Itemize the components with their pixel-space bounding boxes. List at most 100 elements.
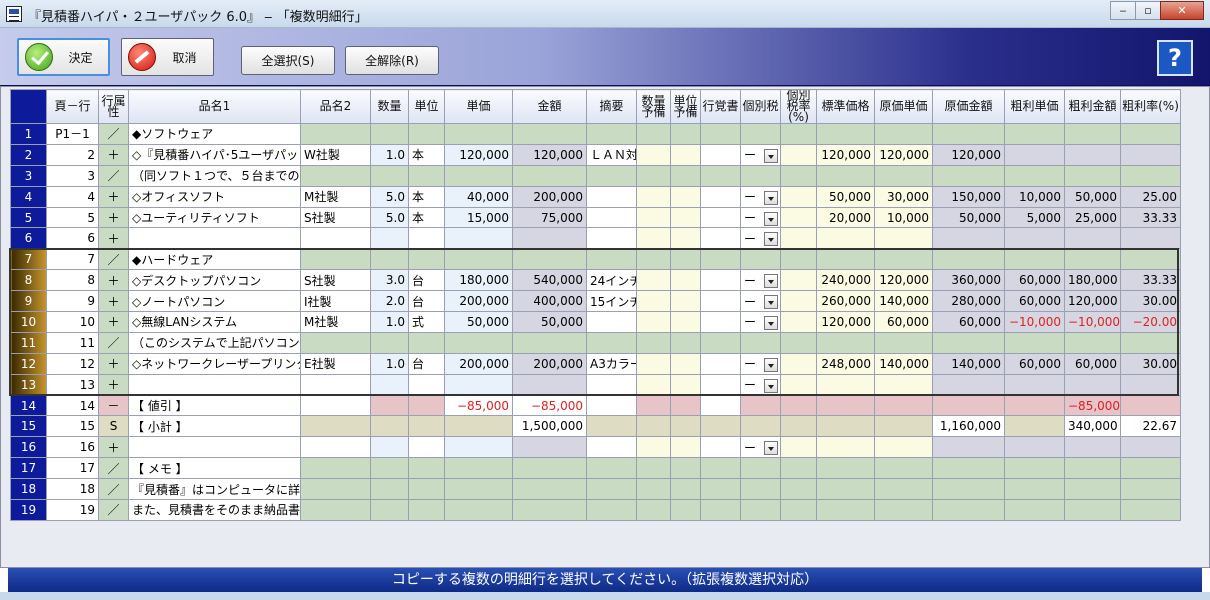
cell-name1[interactable]: ◇デスクトップパソコン <box>128 269 301 292</box>
cell-spare1[interactable] <box>636 269 671 292</box>
cell-name2[interactable] <box>300 227 371 250</box>
dropdown-arrow-icon[interactable] <box>764 357 779 372</box>
row-number[interactable]: 16 <box>10 436 47 459</box>
cell-qty[interactable]: 3.0 <box>370 269 409 292</box>
cell-spare2[interactable] <box>670 373 701 396</box>
cell-taxrate[interactable] <box>780 311 817 333</box>
cell-amount[interactable] <box>512 457 587 480</box>
cell-note[interactable] <box>700 415 741 438</box>
cell-name1[interactable]: また、見積書をそのまま納品書や <box>128 499 301 521</box>
cell-cost[interactable]: 60,000 <box>874 311 933 333</box>
cell-memo[interactable] <box>586 478 637 501</box>
cell-taxrate[interactable] <box>780 499 817 521</box>
cell-tax[interactable]: ー <box>740 436 781 459</box>
cell-qty[interactable] <box>370 331 409 354</box>
table-row[interactable]: 10 10 ＋ ◇無線LANシステム M社製 1.0 式 50,000 50,000 ー 120,0… <box>10 311 1181 333</box>
cell-qty[interactable]: 1.0 <box>370 352 409 375</box>
cell-taxrate[interactable] <box>780 478 817 501</box>
cell-note[interactable] <box>700 164 741 187</box>
cell-note[interactable] <box>700 248 741 271</box>
cell-spare2[interactable] <box>670 269 701 292</box>
cell-amount[interactable] <box>512 436 587 459</box>
cell-line[interactable]: 9 <box>46 290 99 313</box>
cell-price[interactable] <box>444 164 513 187</box>
cell-spare1[interactable] <box>636 373 671 396</box>
cell-spare1[interactable] <box>636 123 671 145</box>
cell-note[interactable] <box>700 457 741 480</box>
cell-attr[interactable]: ／ <box>98 478 129 501</box>
cell-note[interactable] <box>700 331 741 354</box>
dropdown-arrow-icon[interactable] <box>764 378 779 393</box>
cell-tax[interactable]: ー <box>740 373 781 396</box>
cell-memo[interactable]: ＬＡＮ対応 <box>586 143 637 166</box>
cell-name1[interactable]: ◇『見積番ハイパ･5ユーザパッ <box>128 143 301 166</box>
cell-unit[interactable] <box>408 227 445 250</box>
cell-spare1[interactable] <box>636 248 671 271</box>
cell-qty[interactable] <box>370 478 409 501</box>
cell-name2[interactable]: E社製 <box>300 352 371 375</box>
cell-amount[interactable] <box>512 227 587 250</box>
cell-gpu[interactable]: −10,000 <box>1004 311 1065 333</box>
cell-memo[interactable]: 24インチ <box>586 269 637 292</box>
cell-attr[interactable]: － <box>98 394 129 417</box>
cell-costamt[interactable]: 150,000 <box>932 185 1005 208</box>
cell-name1[interactable] <box>128 227 301 250</box>
cell-name1[interactable] <box>128 436 301 459</box>
cell-price[interactable]: 15,000 <box>444 206 513 229</box>
cell-gpu[interactable] <box>1004 227 1065 250</box>
cell-costamt[interactable]: 120,000 <box>932 143 1005 166</box>
cell-gpr[interactable] <box>1120 331 1181 354</box>
cell-spare1[interactable] <box>636 143 671 166</box>
cell-price[interactable]: 50,000 <box>444 311 513 333</box>
cell-costamt[interactable] <box>932 457 1005 480</box>
cell-line[interactable]: 14 <box>46 394 99 417</box>
dropdown-arrow-icon[interactable] <box>764 274 779 289</box>
cell-tax[interactable]: ー <box>740 269 781 292</box>
cell-gpa[interactable] <box>1064 499 1121 521</box>
cell-gpa[interactable] <box>1064 143 1121 166</box>
close-button[interactable]: ✕ <box>1160 1 1204 20</box>
cell-costamt[interactable]: 50,000 <box>932 206 1005 229</box>
cell-gpu[interactable] <box>1004 331 1065 354</box>
cell-gpu[interactable] <box>1004 373 1065 396</box>
cell-spare1[interactable] <box>636 352 671 375</box>
cell-name2[interactable] <box>300 164 371 187</box>
cell-costamt[interactable] <box>932 248 1005 271</box>
cell-line[interactable]: 13 <box>46 373 99 396</box>
cell-gpa[interactable] <box>1064 373 1121 396</box>
row-number[interactable]: 9 <box>10 290 47 313</box>
cell-gpr[interactable]: 30.00 <box>1120 290 1181 313</box>
cell-taxrate[interactable] <box>780 415 817 438</box>
cell-name1[interactable]: ◇無線LANシステム <box>128 311 301 333</box>
cell-gpu[interactable]: 5,000 <box>1004 206 1065 229</box>
cell-note[interactable] <box>700 227 741 250</box>
cell-tax[interactable] <box>740 499 781 521</box>
cell-name1[interactable]: ◇ノートパソコン <box>128 290 301 313</box>
column-header[interactable]: 単価 <box>444 89 513 124</box>
cell-memo[interactable] <box>586 394 637 417</box>
cell-tax[interactable]: ー <box>740 290 781 313</box>
cell-gpu[interactable]: 10,000 <box>1004 185 1065 208</box>
cell-cost[interactable]: 140,000 <box>874 290 933 313</box>
table-row[interactable]: 4 4 ＋ ◇オフィスソフト M社製 5.0 本 40,000 200,000 ー 50,000 30… <box>10 185 1181 208</box>
dropdown-arrow-icon[interactable] <box>764 315 779 330</box>
cell-qty[interactable] <box>370 248 409 271</box>
table-row[interactable]: 6 6 ＋ ー <box>10 227 1181 250</box>
cell-tax[interactable] <box>740 415 781 438</box>
row-number[interactable]: 3 <box>10 164 47 187</box>
cell-gpu[interactable] <box>1004 143 1065 166</box>
cell-amount[interactable] <box>512 478 587 501</box>
cell-price[interactable]: −85,000 <box>444 394 513 417</box>
cell-line[interactable]: 3 <box>46 164 99 187</box>
column-header[interactable]: 行属性 <box>98 89 129 124</box>
table-row[interactable]: 16 16 ＋ ー <box>10 436 1181 459</box>
cell-unit[interactable]: 台 <box>408 290 445 313</box>
cell-tax[interactable] <box>740 394 781 417</box>
cell-spare2[interactable] <box>670 164 701 187</box>
cell-note[interactable] <box>700 478 741 501</box>
cell-price[interactable] <box>444 457 513 480</box>
cell-spare2[interactable] <box>670 206 701 229</box>
cell-memo[interactable] <box>586 457 637 480</box>
cell-memo[interactable] <box>586 415 637 438</box>
cell-name2[interactable] <box>300 478 371 501</box>
